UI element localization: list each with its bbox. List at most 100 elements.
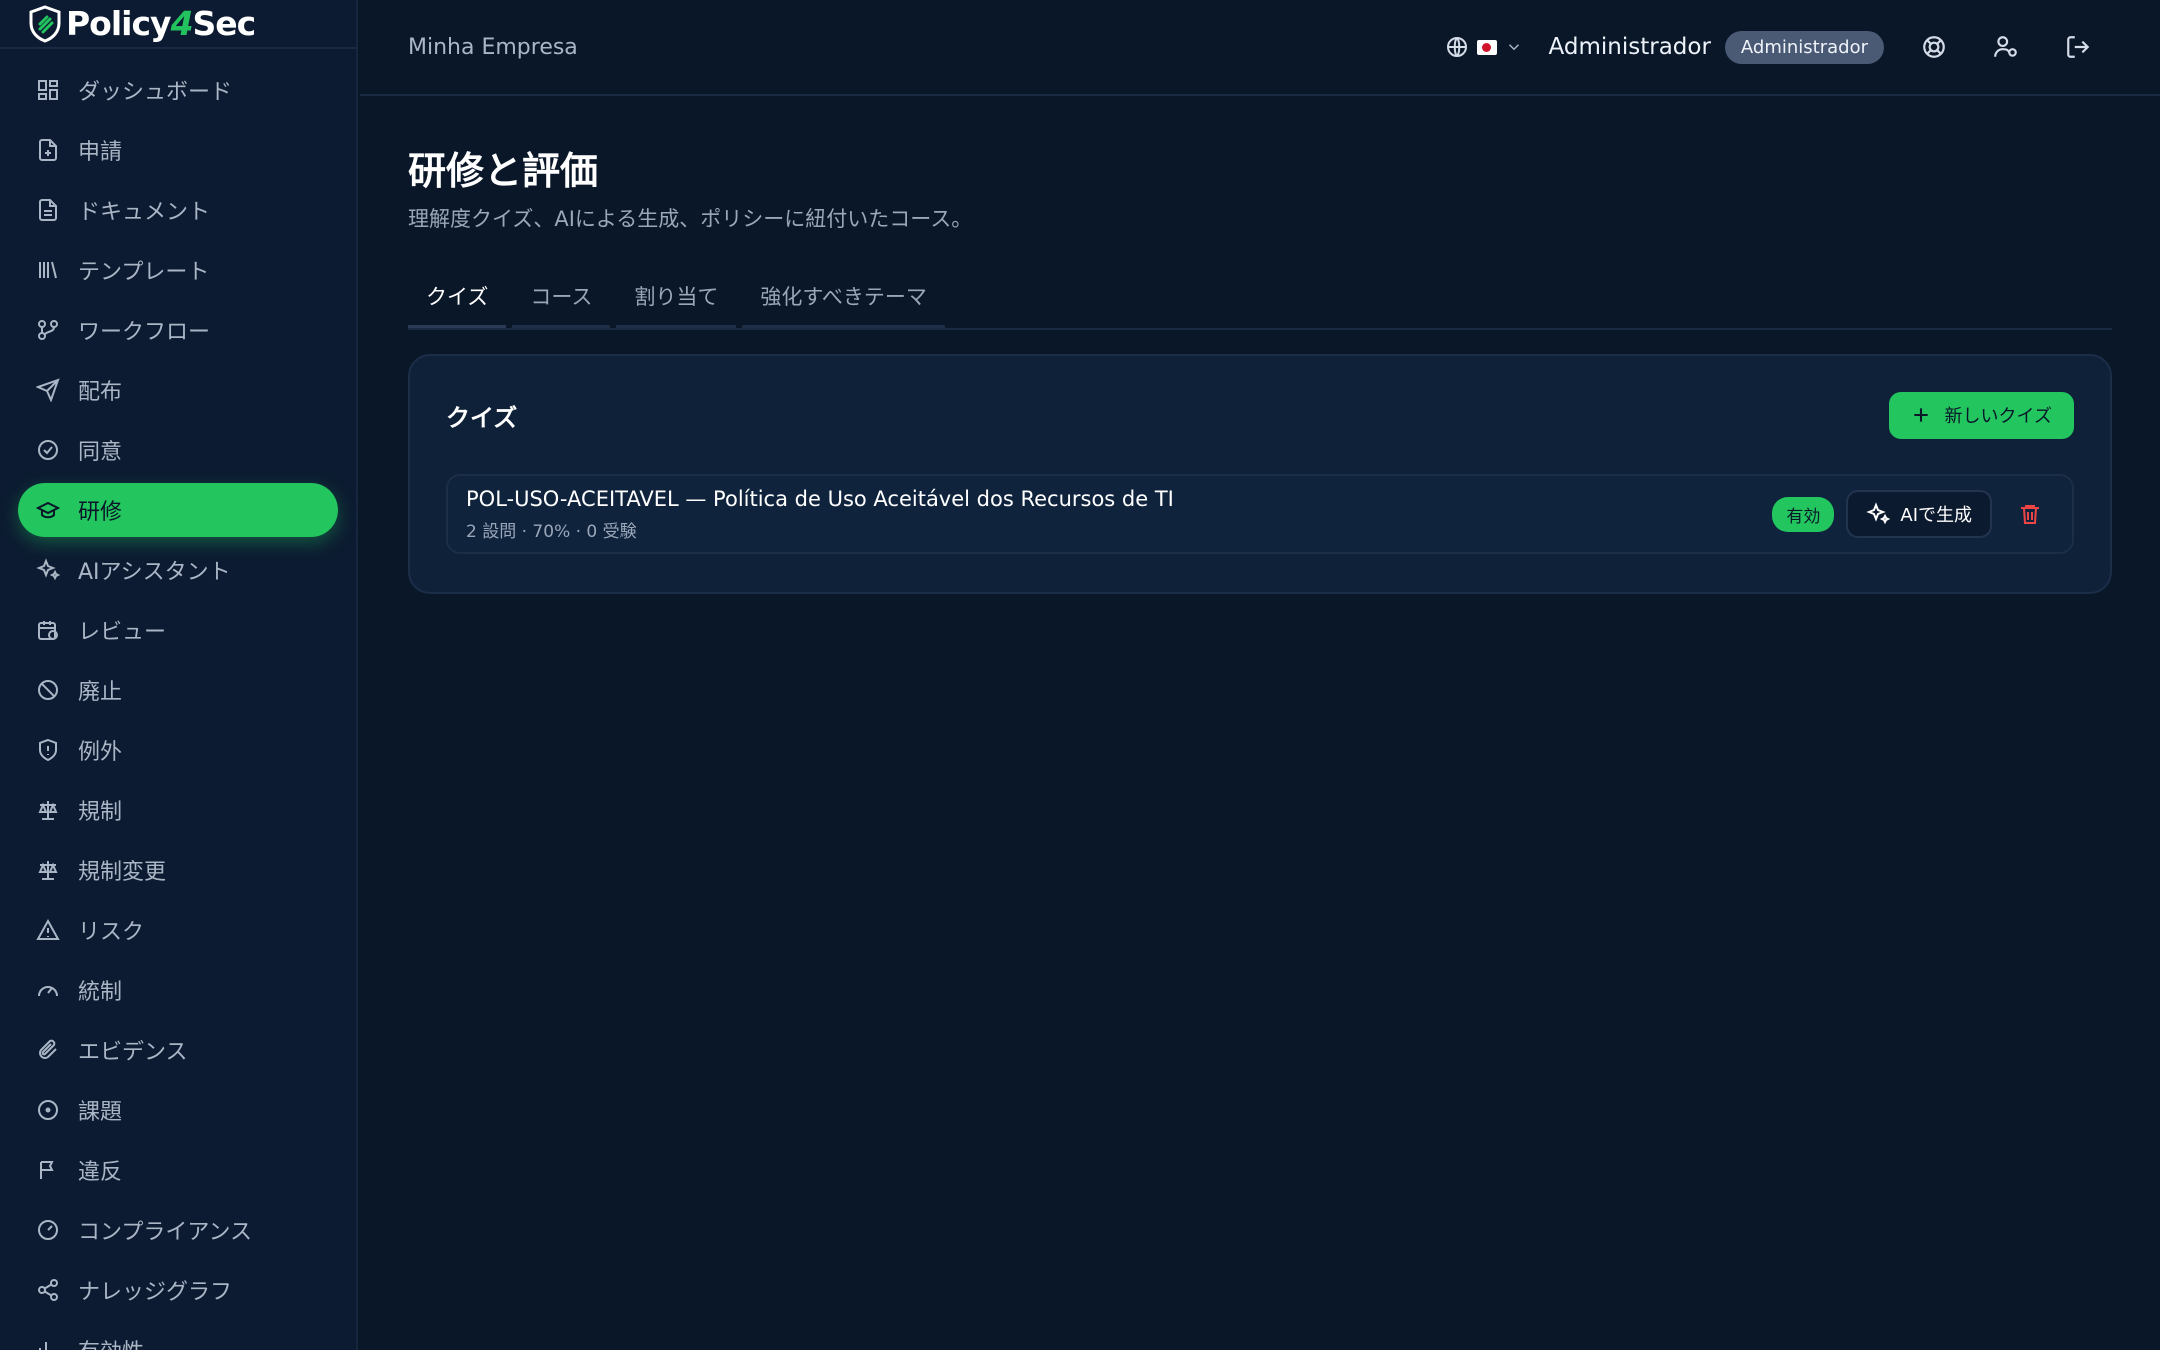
sidebar-item-workflow[interactable]: ワークフロー — [18, 303, 338, 357]
help-button[interactable] — [1912, 25, 1956, 69]
sidebar-item-label: 課題 — [78, 1100, 123, 1125]
list-item[interactable]: POL-USO-ACEITAVEL — Política de Uso Acei… — [446, 474, 2074, 554]
new-quiz-button[interactable]: 新しいクイズ — [1888, 391, 2074, 439]
dashboard-icon — [38, 80, 58, 100]
japan-flag-icon — [1476, 39, 1497, 55]
tab-quizzes[interactable]: クイズ — [408, 275, 507, 328]
document-icon — [39, 199, 57, 221]
shield-logo-icon — [29, 4, 61, 43]
brand-name: Policy4Sec — [66, 4, 256, 43]
status-badge: 有効 — [1772, 496, 1835, 532]
role-badge: Administrador — [1724, 30, 1884, 64]
language-selector[interactable] — [1445, 35, 1523, 59]
sidebar-item-violations[interactable]: 違反 — [18, 1143, 338, 1197]
chevron-down-icon — [1508, 44, 1519, 51]
sidebar-item-ai-assistant[interactable]: AIアシスタント — [18, 543, 338, 597]
sidebar-item-label: レビュー — [78, 620, 167, 645]
sidebar-item-distribution[interactable]: 配布 — [18, 363, 338, 417]
file-plus-icon — [39, 139, 57, 161]
circle-dot-icon — [38, 1100, 58, 1120]
sidebar-item-label: 違反 — [78, 1160, 123, 1185]
plus-icon — [1913, 408, 1928, 422]
logout-icon — [2067, 36, 2090, 58]
sidebar-item-templates[interactable]: テンプレート — [18, 243, 338, 297]
org-name: Minha Empresa — [408, 34, 578, 60]
chart-icon — [39, 1342, 47, 1350]
page-subtitle: 理解度クイズ、AIによる生成、ポリシーに紐付いたコース。 — [408, 207, 973, 231]
share-icon — [38, 1279, 58, 1301]
scale-icon — [38, 801, 58, 820]
check-circle-icon — [38, 440, 58, 460]
sidebar-item-issues[interactable]: 課題 — [18, 1083, 338, 1137]
workflow-icon — [38, 320, 58, 340]
gauge-icon — [38, 986, 58, 997]
brand-logo[interactable]: Policy4Sec — [0, 0, 356, 49]
ban-icon — [38, 680, 58, 700]
quiz-card-title: クイズ — [446, 403, 518, 432]
logout-button[interactable] — [2056, 25, 2100, 69]
user-name: Administrador — [1548, 34, 1711, 60]
sidebar-item-label: エビデンス — [78, 1040, 188, 1065]
calendar-clock-icon — [38, 621, 58, 640]
quiz-card-header: クイズ 新しいクイズ — [446, 391, 2074, 439]
warning-icon — [36, 918, 60, 940]
graduation-cap-icon — [36, 501, 60, 519]
sidebar-item-label: 規制変更 — [78, 860, 167, 885]
sidebar-item-effectiveness[interactable]: 有効性 — [18, 1323, 338, 1350]
sidebar-item-label: 研修 — [78, 500, 123, 525]
sidebar-nav: ダッシュボード 申請 ドキュメント テンプレート ワークフロー 配布 同意 研修… — [0, 49, 356, 1350]
sidebar-item-label: 規制 — [78, 800, 123, 825]
quiz-title: POL-USO-ACEITAVEL — Política de Uso Acei… — [466, 486, 1174, 511]
sidebar-item-consent[interactable]: 同意 — [18, 423, 338, 477]
tab-assignments[interactable]: 割り当て — [616, 275, 737, 328]
sidebar-item-label: ドキュメント — [78, 200, 211, 225]
sidebar-item-evidence[interactable]: エビデンス — [18, 1023, 338, 1077]
paperclip-icon — [39, 1039, 57, 1059]
sidebar-item-review[interactable]: レビュー — [18, 603, 338, 657]
shield-alert-icon — [39, 738, 57, 762]
scale-icon — [38, 861, 58, 880]
sidebar-item-label: リスク — [78, 920, 145, 945]
sidebar-item-label: 例外 — [78, 740, 123, 765]
user-cog-icon — [1994, 36, 2017, 57]
sidebar-item-requests[interactable]: 申請 — [18, 123, 338, 177]
sidebar-item-documents[interactable]: ドキュメント — [18, 183, 338, 237]
new-quiz-label: 新しいクイズ — [1944, 406, 2052, 427]
sidebar-item-label: ワークフロー — [78, 320, 211, 345]
sidebar-item-regulations[interactable]: 規制 — [18, 783, 338, 837]
life-buoy-icon — [1923, 36, 1945, 58]
tab-focus-topics[interactable]: 強化すべきテーマ — [742, 275, 945, 328]
sidebar-item-knowledge-graph[interactable]: ナレッジグラフ — [18, 1263, 338, 1317]
main-content: 研修と評価 理解度クイズ、AIによる生成、ポリシーに紐付いたコース。 クイズ コ… — [408, 96, 2112, 594]
tab-courses[interactable]: コース — [512, 275, 611, 328]
top-header: Minha Empresa Administrador Administrado… — [360, 0, 2160, 96]
sidebar-item-label: 廃止 — [78, 680, 123, 705]
flag-icon — [40, 1161, 54, 1179]
sidebar-item-label: ダッシュボード — [78, 80, 233, 105]
sidebar-item-label: テンプレート — [78, 260, 210, 285]
sidebar-item-label: 有効性 — [78, 1334, 144, 1350]
sidebar-item-training[interactable]: 研修 — [18, 483, 338, 537]
generate-with-ai-button[interactable]: AIで生成 — [1846, 490, 1992, 538]
quiz-info: POL-USO-ACEITAVEL — Política de Uso Acei… — [466, 487, 1772, 542]
sidebar-item-retired[interactable]: 廃止 — [18, 663, 338, 717]
library-icon — [39, 261, 57, 279]
delete-quiz-button[interactable] — [2006, 490, 2054, 538]
sidebar-item-label: ナレッジグラフ — [78, 1280, 233, 1305]
gauge-icon — [38, 1220, 58, 1240]
user-settings-button[interactable] — [1984, 25, 2028, 69]
sidebar-item-dashboard[interactable]: ダッシュボード — [18, 63, 338, 117]
sidebar-item-label: コンプライアンス — [78, 1220, 253, 1245]
sidebar-item-compliance[interactable]: コンプライアンス — [18, 1203, 338, 1257]
sidebar-item-risk[interactable]: リスク — [18, 903, 338, 957]
sidebar: Policy4Sec ダッシュボード 申請 ドキュメント テンプレート ワークフ… — [0, 0, 358, 1350]
sidebar-item-label: 同意 — [78, 440, 123, 465]
sidebar-item-label: 申請 — [78, 140, 123, 165]
sidebar-item-controls[interactable]: 統制 — [18, 963, 338, 1017]
sidebar-item-regulation-changes[interactable]: 規制変更 — [18, 843, 338, 897]
sidebar-item-label: 配布 — [78, 380, 123, 405]
sidebar-item-exceptions[interactable]: 例外 — [18, 723, 338, 777]
sparkles-icon — [36, 558, 60, 581]
globe-icon — [1446, 37, 1467, 57]
tab-bar: クイズ コース 割り当て 強化すべきテーマ — [408, 275, 2112, 330]
